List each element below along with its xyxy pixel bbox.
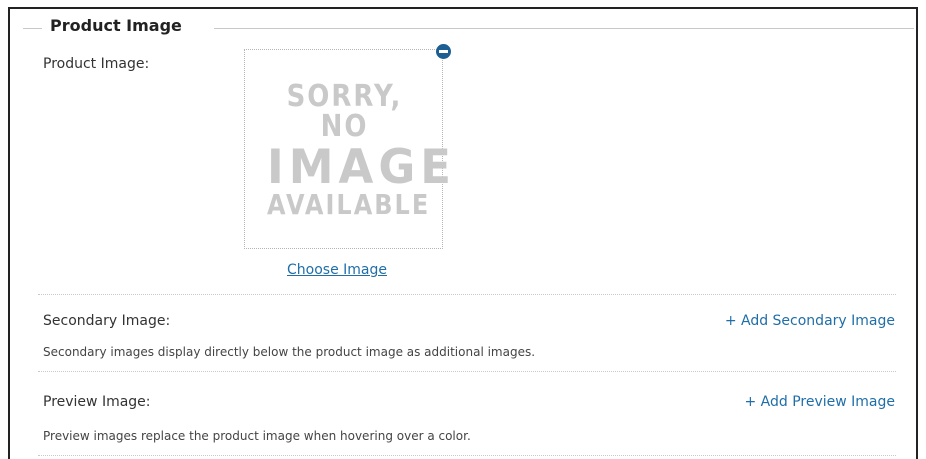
preview-image-description: Preview images replace the product image… — [43, 429, 471, 443]
legend-divider-left — [23, 28, 42, 29]
placeholder-line-2: IMAGE — [267, 138, 457, 195]
product-image-label: Product Image: — [43, 56, 150, 72]
preview-image-label: Preview Image: — [43, 394, 151, 410]
secondary-image-description: Secondary images display directly below … — [43, 345, 536, 359]
section-legend: Product Image — [50, 16, 182, 35]
remove-image-icon[interactable] — [436, 44, 451, 59]
placeholder-line-1: SORRY, NO — [286, 79, 403, 145]
no-image-placeholder: SORRY, NO IMAGE AVAILABLE — [267, 82, 457, 222]
product-image-preview: SORRY, NO IMAGE AVAILABLE — [244, 49, 457, 249]
divider — [38, 455, 896, 456]
choose-image-link[interactable]: Choose Image — [287, 262, 387, 278]
add-secondary-image-link[interactable]: + Add Secondary Image — [725, 313, 895, 329]
add-preview-image-link[interactable]: + Add Preview Image — [744, 394, 895, 410]
placeholder-line-3: AVAILABLE — [267, 188, 431, 222]
panel-frame — [8, 7, 918, 459]
legend-divider-right — [214, 28, 914, 29]
divider — [38, 294, 896, 295]
secondary-image-label: Secondary Image: — [43, 313, 171, 329]
divider — [38, 371, 896, 372]
